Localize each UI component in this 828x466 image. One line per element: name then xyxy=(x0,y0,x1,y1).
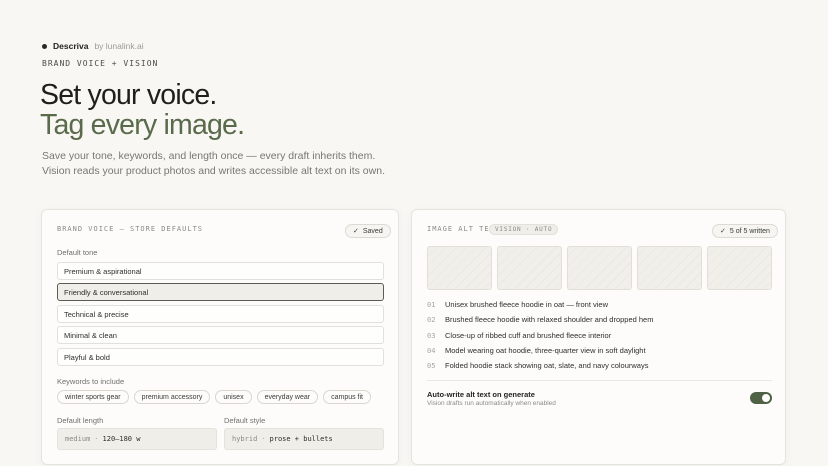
auto-alt-subtitle: Vision drafts run automatically when ena… xyxy=(427,400,556,407)
auto-alt-title: Auto-write alt text on generate xyxy=(427,390,535,399)
alt-text-number: 04 xyxy=(427,346,436,355)
keyword-chip[interactable]: unisex xyxy=(215,390,252,404)
saved-label: Saved xyxy=(362,227,383,235)
style-value: prose + bullets xyxy=(269,435,333,443)
alt-text-value: Model wearing oat hoodie, three-quarter … xyxy=(445,346,646,355)
keyword-chip[interactable]: everyday wear xyxy=(256,390,319,404)
check-icon: ✓ xyxy=(720,228,726,235)
brand-row: Descriva by lunalink.ai xyxy=(42,40,144,52)
lede-line-2: Vision reads your product photos and wri… xyxy=(42,165,385,177)
tone-label: Default tone xyxy=(57,248,98,257)
alt-text-number: 01 xyxy=(427,300,436,309)
image-thumbnail[interactable] xyxy=(637,246,702,290)
keyword-chip[interactable]: premium accessory xyxy=(133,390,211,404)
tone-option-premium[interactable]: Premium & aspirational xyxy=(57,262,384,280)
image-thumbnail[interactable] xyxy=(497,246,562,290)
length-separator: · xyxy=(94,435,99,443)
brand-dot-icon xyxy=(42,43,47,49)
keyword-chips: winter sports gear premium accessory uni… xyxy=(57,390,371,404)
check-icon: ✓ xyxy=(353,228,359,235)
headline-line-2: Tag every image. xyxy=(40,109,245,141)
written-badge: ✓ 5 of 5 written xyxy=(712,224,778,238)
keyword-chip[interactable]: campus fit xyxy=(323,390,371,404)
image-thumbnail[interactable] xyxy=(707,246,772,290)
alt-text-value: Unisex brushed fleece hoodie in oat — fr… xyxy=(445,300,609,309)
length-field[interactable]: medium · 120–180 w xyxy=(57,428,217,450)
vision-auto-tag: VISION · AUTO xyxy=(489,224,559,235)
alt-text-item[interactable]: 03 Close-up of ribbed cuff and brushed f… xyxy=(427,331,611,340)
alt-text-item[interactable]: 02 Brushed fleece hoodie with relaxed sh… xyxy=(427,315,653,324)
style-key: hybrid xyxy=(232,435,258,443)
alt-text-value: Brushed fleece hoodie with relaxed shoul… xyxy=(445,315,654,324)
auto-alt-toggle[interactable] xyxy=(750,392,772,404)
toggle-knob xyxy=(762,394,770,402)
style-field[interactable]: hybrid · prose + bullets xyxy=(224,428,384,450)
brand-byline: by lunalink.ai xyxy=(94,41,144,51)
length-label: Default length xyxy=(57,416,104,425)
keywords-label: Keywords to include xyxy=(57,377,125,386)
saved-badge: ✓ Saved xyxy=(345,224,391,238)
length-value: 120–180 w xyxy=(102,435,141,443)
image-thumbnail[interactable] xyxy=(567,246,632,290)
image-thumbnails xyxy=(427,246,772,290)
brand-name: Descriva xyxy=(53,41,89,51)
headline-line-1: Set your voice. xyxy=(40,79,217,111)
tone-option-friendly[interactable]: Friendly & conversational xyxy=(57,283,384,301)
divider xyxy=(427,380,772,381)
alt-text-value: Close-up of ribbed cuff and brushed flee… xyxy=(445,331,612,340)
alt-text-value: Folded hoodie stack showing oat, slate, … xyxy=(445,361,649,370)
image-alt-card: IMAGE ALT TEXT VISION · AUTO ✓ 5 of 5 wr… xyxy=(411,209,786,465)
length-key: medium xyxy=(65,435,91,443)
brand-voice-card: BRAND VOICE — STORE DEFAULTS ✓ Saved Def… xyxy=(41,209,399,465)
alt-text-item[interactable]: 01 Unisex brushed fleece hoodie in oat —… xyxy=(427,300,608,309)
brand-voice-title: BRAND VOICE — STORE DEFAULTS xyxy=(57,225,204,233)
alt-text-item[interactable]: 04 Model wearing oat hoodie, three-quart… xyxy=(427,346,646,355)
image-thumbnail[interactable] xyxy=(427,246,492,290)
style-label: Default style xyxy=(224,416,266,425)
alt-text-number: 03 xyxy=(427,331,436,340)
written-label: 5 of 5 written xyxy=(729,227,770,235)
alt-text-number: 05 xyxy=(427,361,436,370)
keyword-chip[interactable]: winter sports gear xyxy=(57,390,129,404)
alt-text-number: 02 xyxy=(427,315,436,324)
tone-option-playful[interactable]: Playful & bold xyxy=(57,348,384,366)
tone-option-minimal[interactable]: Minimal & clean xyxy=(57,326,384,344)
lede-line-1: Save your tone, keywords, and length onc… xyxy=(42,150,376,162)
style-separator: · xyxy=(261,435,266,443)
alt-text-item[interactable]: 05 Folded hoodie stack showing oat, slat… xyxy=(427,361,648,370)
eyebrow: BRAND VOICE + VISION xyxy=(42,59,159,68)
tone-option-technical[interactable]: Technical & precise xyxy=(57,305,384,323)
